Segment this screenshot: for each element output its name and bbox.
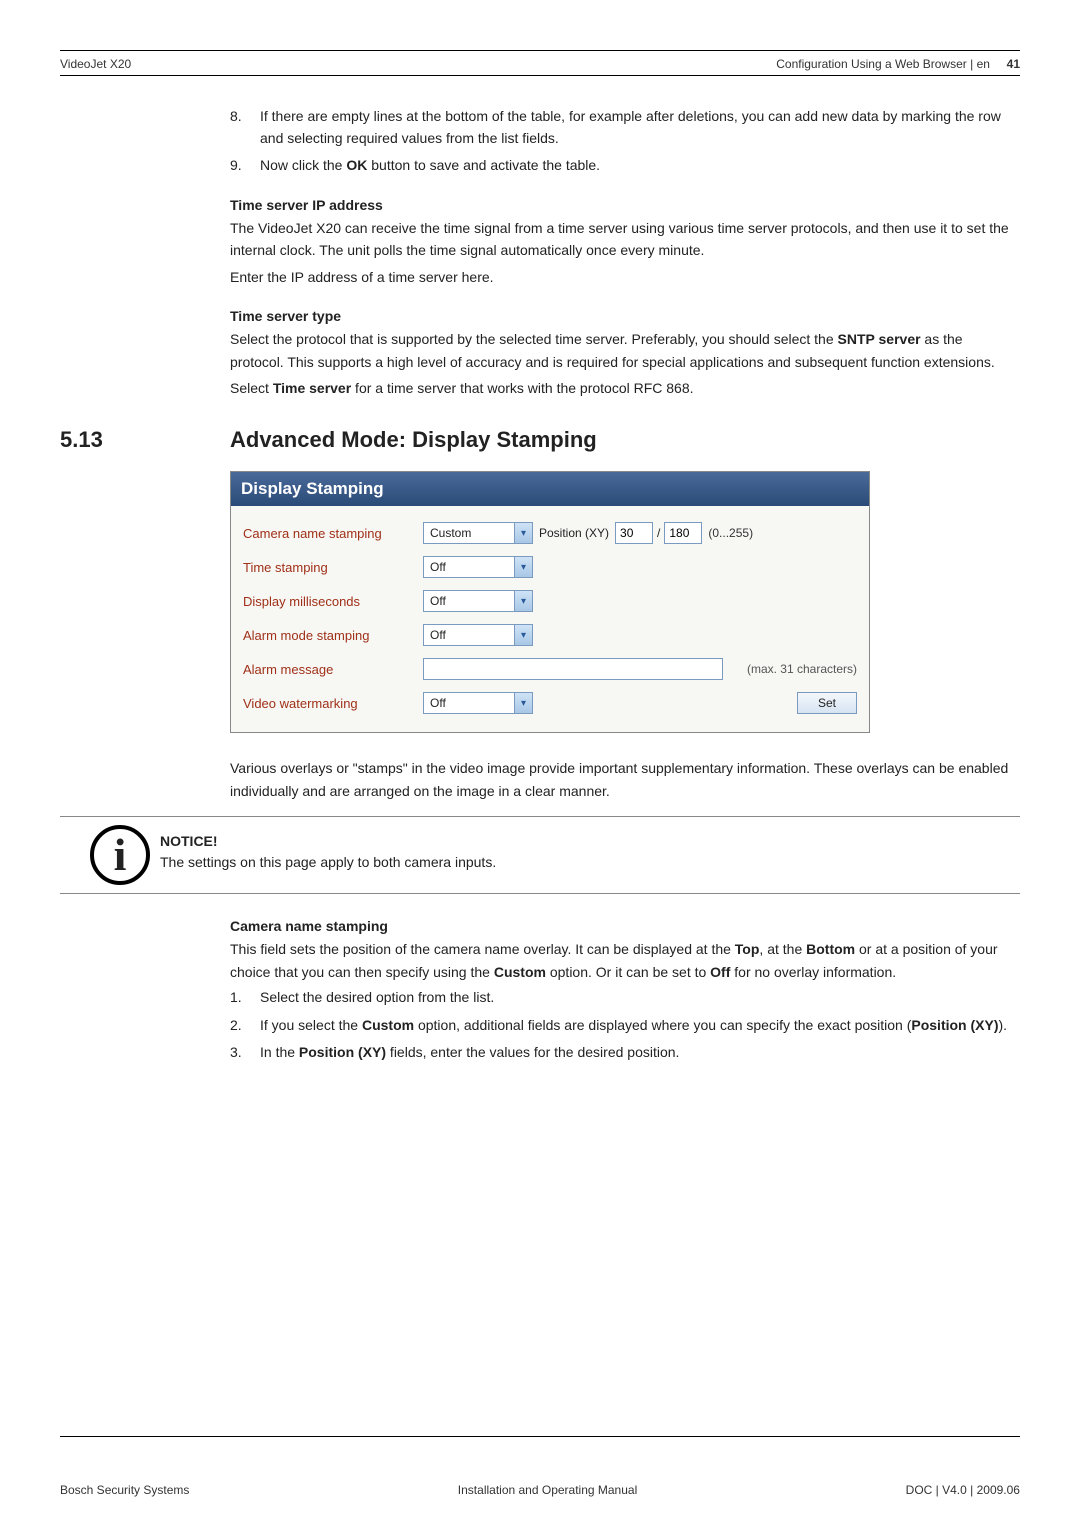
- select-alarm-mode[interactable]: Off ▾: [423, 624, 533, 646]
- header-left: VideoJet X20: [60, 57, 131, 71]
- input-position-x[interactable]: [615, 522, 653, 544]
- select-time-stamping[interactable]: Off ▾: [423, 556, 533, 578]
- info-icon: i: [90, 825, 150, 885]
- chevron-down-icon: ▾: [514, 625, 532, 645]
- position-range: (0...255): [708, 526, 753, 540]
- step-9: 9. Now click the OK button to save and a…: [230, 155, 1020, 177]
- footer-right: DOC | V4.0 | 2009.06: [906, 1483, 1020, 1497]
- notice-text: The settings on this page apply to both …: [160, 851, 496, 873]
- notice-block: i NOTICE! The settings on this page appl…: [60, 816, 1020, 894]
- label-display-ms: Display milliseconds: [243, 594, 423, 609]
- cam-step-1: 1. Select the desired option from the li…: [230, 987, 1020, 1009]
- chevron-down-icon: ▾: [514, 693, 532, 713]
- label-watermarking: Video watermarking: [243, 696, 423, 711]
- label-position-xy: Position (XY): [539, 526, 609, 540]
- step-8: 8. If there are empty lines at the botto…: [230, 106, 1020, 149]
- display-stamping-panel: Display Stamping Camera name stamping Cu…: [230, 471, 870, 733]
- page-footer: Bosch Security Systems Installation and …: [60, 1477, 1020, 1497]
- chevron-down-icon: ▾: [514, 557, 532, 577]
- time-server-type-p2: Select Time server for a time server tha…: [230, 377, 1020, 399]
- label-time-stamping: Time stamping: [243, 560, 423, 575]
- chevron-down-icon: ▾: [514, 523, 532, 543]
- row-alarm-mode-stamping: Alarm mode stamping Off ▾: [243, 618, 857, 652]
- label-alarm-message: Alarm message: [243, 662, 423, 677]
- time-server-ip-p2: Enter the IP address of a time server he…: [230, 266, 1020, 288]
- header-right: Configuration Using a Web Browser | en 4…: [776, 57, 1020, 71]
- section-header: 5.13 Advanced Mode: Display Stamping: [60, 427, 1020, 453]
- row-alarm-message: Alarm message (max. 31 characters): [243, 652, 857, 686]
- label-alarm-mode: Alarm mode stamping: [243, 628, 423, 643]
- row-display-milliseconds: Display milliseconds Off ▾: [243, 584, 857, 618]
- footer-left: Bosch Security Systems: [60, 1483, 189, 1497]
- heading-time-server-ip: Time server IP address: [230, 197, 1020, 213]
- row-video-watermarking: Video watermarking Off ▾ Set: [243, 686, 857, 720]
- page-number: 41: [1007, 57, 1020, 71]
- section-number: 5.13: [60, 427, 230, 453]
- select-camera-name[interactable]: Custom ▾: [423, 522, 533, 544]
- cam-step-2: 2. If you select the Custom option, addi…: [230, 1015, 1020, 1037]
- chevron-down-icon: ▾: [514, 591, 532, 611]
- input-position-y[interactable]: [664, 522, 702, 544]
- select-display-ms[interactable]: Off ▾: [423, 590, 533, 612]
- row-time-stamping: Time stamping Off ▾: [243, 550, 857, 584]
- label-camera-name: Camera name stamping: [243, 526, 423, 541]
- page-header: VideoJet X20 Configuration Using a Web B…: [60, 51, 1020, 75]
- heading-camera-name-stamping: Camera name stamping: [230, 918, 1020, 934]
- time-server-ip-p1: The VideoJet X20 can receive the time si…: [230, 217, 1020, 262]
- section-title: Advanced Mode: Display Stamping: [230, 427, 597, 453]
- row-camera-name-stamping: Camera name stamping Custom ▾ Position (…: [243, 516, 857, 550]
- camera-name-stamping-p: This field sets the position of the came…: [230, 938, 1020, 983]
- notice-title: NOTICE!: [160, 833, 496, 849]
- after-panel-text: Various overlays or "stamps" in the vide…: [230, 757, 1020, 802]
- input-alarm-message[interactable]: [423, 658, 723, 680]
- alarm-message-note: (max. 31 characters): [737, 662, 857, 676]
- footer-center: Installation and Operating Manual: [458, 1483, 637, 1497]
- set-button[interactable]: Set: [797, 692, 857, 714]
- cam-step-3: 3. In the Position (XY) fields, enter th…: [230, 1042, 1020, 1064]
- time-server-type-p1: Select the protocol that is supported by…: [230, 328, 1020, 373]
- panel-title: Display Stamping: [231, 472, 869, 506]
- select-watermarking[interactable]: Off ▾: [423, 692, 533, 714]
- heading-time-server-type: Time server type: [230, 308, 1020, 324]
